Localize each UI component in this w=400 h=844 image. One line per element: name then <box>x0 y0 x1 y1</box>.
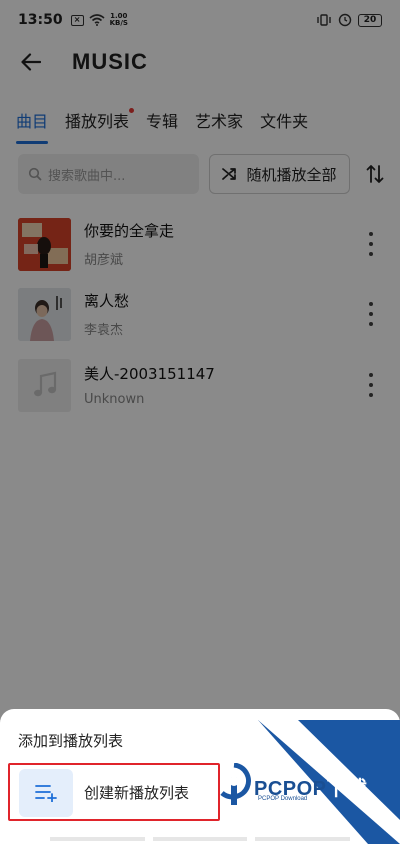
music-app: 13:50 × 1.00 KB/S 20 MUSIC 曲目 播放列表 专辑 艺术… <box>0 0 400 844</box>
watermark-logo-icon <box>220 763 251 805</box>
add-playlist-icon <box>19 769 73 817</box>
playlist-add-icon <box>35 785 57 802</box>
create-playlist-label: 创建新播放列表 <box>84 784 190 802</box>
watermark-subtitle: PCPOP Download <box>258 796 308 802</box>
sheet-title: 添加到播放列表 <box>18 732 124 750</box>
watermark-brand-suffix: 下载 <box>326 778 368 800</box>
create-playlist-button[interactable]: 创建新播放列表 <box>8 763 220 821</box>
